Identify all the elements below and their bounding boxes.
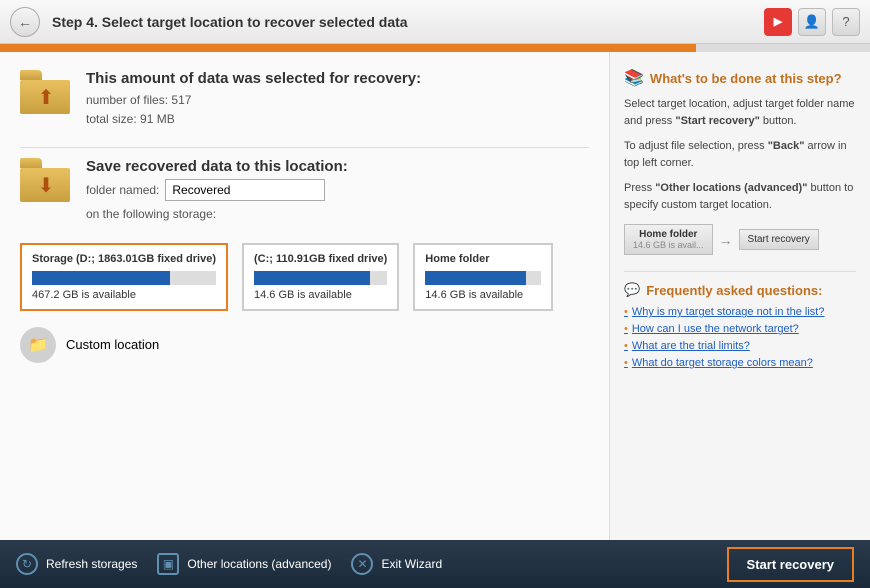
right-divider bbox=[624, 271, 856, 272]
storage-bar-c-fill bbox=[254, 271, 370, 285]
mini-action-row: Home folder 14.6 GB is avail... → Start … bbox=[624, 224, 856, 255]
other-locations-button[interactable]: ▣ Other locations (advanced) bbox=[157, 553, 331, 575]
mini-folder-sub: 14.6 GB is avail... bbox=[633, 240, 704, 250]
refresh-icon: ↻ bbox=[16, 553, 38, 575]
header-title: Step 4. Select target location to recove… bbox=[52, 14, 764, 30]
storage-bar-home-bg bbox=[425, 271, 541, 285]
other-label: Other locations (advanced) bbox=[187, 557, 331, 571]
faq-item-2[interactable]: How can I use the network target? bbox=[624, 323, 856, 335]
faq-item-1[interactable]: Why is my target storage not in the list… bbox=[624, 306, 856, 318]
storage-card-c[interactable]: (C:; 110.91GB fixed drive) 14.6 GB is av… bbox=[242, 243, 399, 311]
whats-done-title: 📚 What's to be done at this step? bbox=[624, 68, 856, 88]
whats-done-para1: Select target location, adjust target fo… bbox=[624, 96, 856, 130]
folder-name-input[interactable] bbox=[165, 179, 325, 201]
upload-folder-icon: ⬆ bbox=[20, 70, 72, 114]
custom-location-label: Custom location bbox=[66, 337, 159, 352]
mini-folder-label: Home folder bbox=[633, 229, 704, 240]
recovery-files-detail: number of files: 517 total size: 91 MB bbox=[86, 91, 589, 129]
exit-icon: ✕ bbox=[351, 553, 373, 575]
folder-name-row: folder named: bbox=[86, 179, 589, 201]
save-location-content: Save recovered data to this location: fo… bbox=[86, 158, 589, 224]
storage-bar-home-fill bbox=[425, 271, 526, 285]
storage-card-d[interactable]: Storage (D:; 1863.01GB fixed drive) 467.… bbox=[20, 243, 228, 311]
recovery-info-title: This amount of data was selected for rec… bbox=[86, 70, 589, 87]
custom-location-icon: 📁 bbox=[20, 327, 56, 363]
exit-wizard-button[interactable]: ✕ Exit Wizard bbox=[351, 553, 442, 575]
exit-label: Exit Wizard bbox=[381, 557, 442, 571]
storage-card-home[interactable]: Home folder 14.6 GB is available bbox=[413, 243, 553, 311]
recovery-info-content: This amount of data was selected for rec… bbox=[86, 70, 589, 129]
save-location-section: ⬇ Save recovered data to this location: … bbox=[20, 158, 589, 224]
other-locations-icon: ▣ bbox=[157, 553, 179, 575]
book-icon: 📚 bbox=[624, 68, 644, 88]
storage-label: on the following storage: bbox=[86, 205, 589, 224]
storage-grid: Storage (D:; 1863.01GB fixed drive) 467.… bbox=[20, 243, 589, 311]
recovery-info-section: ⬆ This amount of data was selected for r… bbox=[20, 70, 589, 129]
refresh-storages-button[interactable]: ↻ Refresh storages bbox=[16, 553, 137, 575]
folder-name-label: folder named: bbox=[86, 183, 159, 197]
mini-arrow-icon: → bbox=[719, 232, 733, 248]
help-button[interactable]: ? bbox=[832, 8, 860, 36]
storage-bar-d-fill bbox=[32, 271, 170, 285]
main-content: ⬆ This amount of data was selected for r… bbox=[0, 52, 870, 540]
whats-done-para2: To adjust file selection, press "Back" a… bbox=[624, 138, 856, 172]
progress-bar-area bbox=[0, 44, 870, 52]
progress-fill bbox=[0, 44, 696, 52]
storage-card-c-title: (C:; 110.91GB fixed drive) bbox=[254, 253, 387, 265]
faq-item-3[interactable]: What are the trial limits? bbox=[624, 340, 856, 352]
header: ← Step 4. Select target location to reco… bbox=[0, 0, 870, 44]
storage-card-home-title: Home folder bbox=[425, 253, 541, 265]
storage-d-available: 467.2 GB is available bbox=[32, 289, 216, 301]
faq-list: Why is my target storage not in the list… bbox=[624, 306, 856, 369]
refresh-label: Refresh storages bbox=[46, 557, 137, 571]
mini-folder-button[interactable]: Home folder 14.6 GB is avail... bbox=[624, 224, 713, 255]
header-icons: ▶ 👤 ? bbox=[764, 8, 860, 36]
storage-bar-d-bg bbox=[32, 271, 216, 285]
faq-icon: 💬 bbox=[624, 282, 640, 298]
storage-bar-c-bg bbox=[254, 271, 387, 285]
youtube-button[interactable]: ▶ bbox=[764, 8, 792, 36]
storage-c-available: 14.6 GB is available bbox=[254, 289, 387, 301]
footer: ↻ Refresh storages ▣ Other locations (ad… bbox=[0, 540, 870, 588]
faq-title: 💬 Frequently asked questions: bbox=[624, 282, 856, 298]
right-panel: 📚 What's to be done at this step? Select… bbox=[610, 52, 870, 540]
whats-done-para3: Press "Other locations (advanced)" butto… bbox=[624, 180, 856, 214]
save-location-title: Save recovered data to this location: bbox=[86, 158, 589, 175]
section-divider bbox=[20, 147, 589, 148]
left-panel: ⬆ This amount of data was selected for r… bbox=[0, 52, 610, 540]
start-recovery-button[interactable]: Start recovery bbox=[727, 547, 854, 582]
mini-start-button[interactable]: Start recovery bbox=[739, 229, 819, 250]
custom-location-btn[interactable]: 📁 Custom location bbox=[20, 327, 589, 363]
download-folder-icon: ⬇ bbox=[20, 158, 72, 202]
storage-home-available: 14.6 GB is available bbox=[425, 289, 541, 301]
account-button[interactable]: 👤 bbox=[798, 8, 826, 36]
faq-item-4[interactable]: What do target storage colors mean? bbox=[624, 357, 856, 369]
back-button[interactable]: ← bbox=[10, 7, 40, 37]
storage-card-d-title: Storage (D:; 1863.01GB fixed drive) bbox=[32, 253, 216, 265]
